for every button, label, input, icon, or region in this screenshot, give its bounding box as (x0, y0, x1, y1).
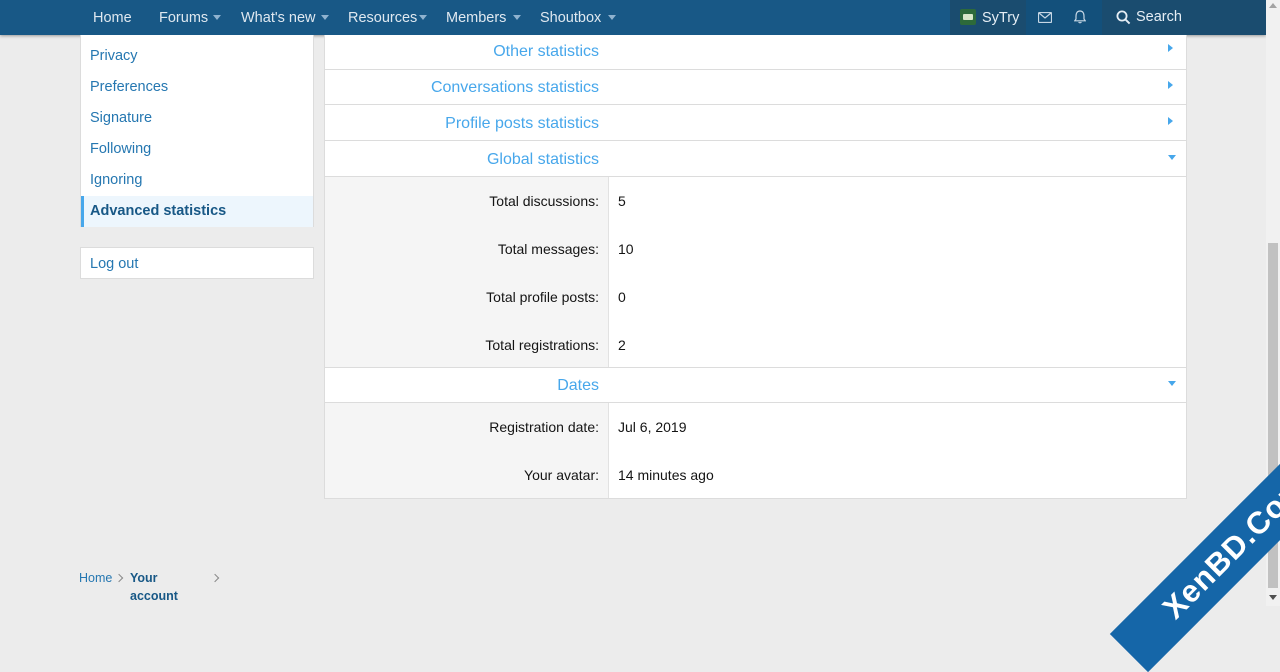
stat-value: 0 (618, 289, 626, 305)
conversations-button[interactable] (1026, 0, 1062, 35)
stat-value: 14 minutes ago (618, 467, 714, 483)
dates-body: Registration date: Jul 6, 2019 Your avat… (325, 403, 1186, 498)
section-title[interactable]: Other statistics (325, 35, 599, 69)
search-label: Search (1136, 9, 1182, 25)
bell-icon (1074, 10, 1086, 24)
chevron-down-icon[interactable] (213, 15, 221, 20)
breadcrumb-home[interactable]: Home (79, 569, 112, 587)
stat-row: Total registrations: 2 (325, 333, 1186, 357)
nav-shoutbox[interactable]: Shoutbox (540, 0, 601, 35)
scroll-down-icon[interactable] (1269, 595, 1277, 600)
global-statistics-body: Total discussions: 5 Total messages: 10 … (325, 177, 1186, 367)
nav-resources[interactable]: Resources (348, 0, 417, 35)
sidebar-item-signature[interactable]: Signature (81, 103, 313, 134)
stat-row: Registration date: Jul 6, 2019 (325, 415, 1186, 439)
sidebar-item-advanced-statistics[interactable]: Advanced statistics (81, 196, 313, 227)
logout-link[interactable]: Log out (81, 248, 313, 278)
logout-block: Log out (80, 247, 314, 279)
section-header-other-statistics[interactable]: Other statistics (325, 35, 1186, 70)
sidebar-item-preferences[interactable]: Preferences (81, 72, 313, 103)
chevron-down-icon[interactable] (1168, 155, 1176, 160)
alerts-button[interactable] (1062, 0, 1098, 35)
statistics-panel: Other statistics Conversations statistic… (324, 35, 1187, 499)
chevron-right-icon (210, 573, 220, 583)
search-icon (1116, 10, 1131, 25)
nav-forums[interactable]: Forums (159, 0, 208, 35)
chevron-right-icon[interactable] (1168, 81, 1173, 89)
stat-value: 5 (618, 193, 626, 209)
chevron-right-icon (114, 573, 124, 583)
chevron-down-icon[interactable] (513, 15, 521, 20)
breadcrumb-your-account[interactable]: Your account (130, 569, 178, 605)
account-button[interactable]: SyTry (950, 0, 1026, 35)
account-nav: SyTry Search (950, 0, 1266, 35)
scroll-up-icon[interactable] (1269, 3, 1277, 8)
chevron-right-icon[interactable] (1168, 44, 1173, 52)
section-header-dates[interactable]: Dates (325, 367, 1186, 403)
sidebar-item-ignoring[interactable]: Ignoring (81, 165, 313, 196)
stat-row: Total messages: 10 (325, 237, 1186, 261)
user-name: SyTry (982, 10, 1020, 26)
sidebar-item-following[interactable]: Following (81, 134, 313, 165)
stat-label: Total registrations: (485, 337, 599, 353)
section-title[interactable]: Profile posts statistics (325, 106, 599, 141)
nav-home[interactable]: Home (93, 0, 132, 35)
stat-label: Total discussions: (489, 193, 599, 209)
search-button[interactable]: Search (1102, 0, 1266, 35)
stat-label: Registration date: (489, 419, 599, 435)
nav-whats-new[interactable]: What's new (241, 0, 316, 35)
section-title[interactable]: Dates (325, 368, 599, 403)
section-header-conversations-statistics[interactable]: Conversations statistics (325, 70, 1186, 105)
avatar (960, 9, 976, 25)
sidebar-item-privacy[interactable]: Privacy (81, 41, 313, 72)
chevron-right-icon[interactable] (1168, 117, 1173, 125)
stat-value: 10 (618, 241, 634, 257)
section-header-global-statistics[interactable]: Global statistics (325, 142, 1186, 177)
envelope-icon (1038, 12, 1052, 23)
account-sidebar: Privacy Preferences Signature Following … (80, 35, 314, 227)
chevron-down-icon[interactable] (321, 15, 329, 20)
section-title[interactable]: Conversations statistics (325, 70, 599, 105)
chevron-down-icon[interactable] (608, 15, 616, 20)
stat-value: 2 (618, 337, 626, 353)
stat-label: Your avatar: (524, 467, 599, 483)
chevron-down-icon[interactable] (419, 15, 427, 20)
section-title[interactable]: Global statistics (325, 142, 599, 177)
stat-row: Total profile posts: 0 (325, 285, 1186, 309)
top-navigation: Home Forums What's new Resources Members… (0, 0, 1266, 35)
section-header-profile-posts-statistics[interactable]: Profile posts statistics (325, 106, 1186, 141)
chevron-down-icon[interactable] (1168, 381, 1176, 386)
nav-members[interactable]: Members (446, 0, 506, 35)
stat-row: Total discussions: 5 (325, 189, 1186, 213)
stat-value: Jul 6, 2019 (618, 419, 687, 435)
stat-label: Total profile posts: (486, 289, 599, 305)
stat-row: Your avatar: 14 minutes ago (325, 463, 1186, 487)
stat-label: Total messages: (497, 241, 599, 257)
